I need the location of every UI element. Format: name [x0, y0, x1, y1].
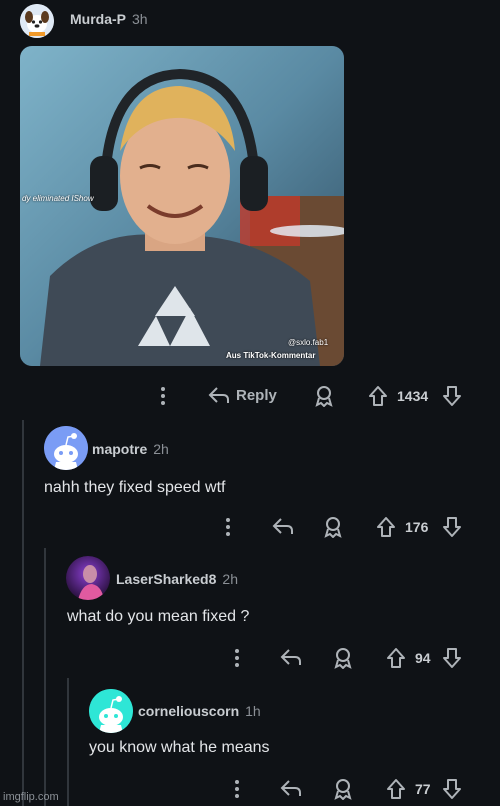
avatar[interactable] [44, 426, 88, 470]
comment-header: Murda-P 3h [70, 11, 148, 27]
thread-line[interactable] [67, 678, 69, 806]
comment-actions: Reply 1434 [150, 384, 470, 408]
reply-icon[interactable] [272, 516, 294, 536]
avatar[interactable] [20, 4, 54, 38]
more-options-icon[interactable] [160, 386, 166, 406]
image-overlay-text: dy eliminated IShow [22, 194, 94, 203]
downvote-icon[interactable] [442, 516, 462, 538]
downvote-icon[interactable] [442, 778, 462, 800]
vote-count: 1434 [397, 388, 429, 404]
more-options-icon[interactable] [234, 779, 240, 799]
award-icon[interactable] [333, 778, 353, 800]
reply-button[interactable]: Reply [208, 385, 277, 405]
image-overlay-handle: @sxlo.fab1 [288, 338, 329, 347]
more-options-icon[interactable] [225, 517, 231, 537]
award-icon[interactable] [333, 647, 353, 669]
profile-photo-avatar-icon [66, 556, 110, 600]
vote-count: 94 [415, 650, 431, 666]
default-snoo-avatar-icon [44, 426, 88, 470]
downvote-icon[interactable] [442, 647, 462, 669]
default-snoo-avatar-icon [89, 689, 133, 733]
thread-line[interactable] [44, 548, 46, 806]
comment-image[interactable]: dy eliminated IShow @sxlo.fab1 Aus TikTo… [20, 46, 344, 366]
username[interactable]: Murda-P [70, 11, 126, 27]
reply-icon[interactable] [280, 778, 302, 798]
award-icon[interactable] [314, 385, 334, 407]
reply-icon[interactable] [280, 647, 302, 667]
comment-body: what do you mean fixed ? [67, 608, 250, 625]
comment-actions: 77 [230, 777, 470, 801]
comment-body: nahh they fixed speed wtf [44, 479, 226, 496]
comment-header: corneliouscorn 1h [138, 703, 261, 719]
imgflip-watermark: imgflip.com [3, 791, 59, 803]
comment-age: 2h [153, 441, 169, 457]
avatar[interactable] [89, 689, 133, 733]
streamer-photo [20, 46, 344, 366]
comment-header: mapotre 2h [92, 441, 169, 457]
thread-line[interactable] [22, 420, 24, 806]
comment-actions: 94 [230, 646, 470, 670]
reply-label: Reply [236, 386, 277, 404]
username[interactable]: corneliouscorn [138, 703, 239, 719]
username[interactable]: LaserSharked8 [116, 571, 216, 587]
vote-count: 176 [405, 519, 429, 535]
comment-body: you know what he means [89, 739, 270, 756]
vote-count: 77 [415, 781, 431, 797]
upvote-icon[interactable] [386, 647, 406, 669]
avatar[interactable] [66, 556, 110, 600]
more-options-icon[interactable] [234, 648, 240, 668]
comment-age: 1h [245, 703, 261, 719]
username[interactable]: mapotre [92, 441, 147, 457]
comment-actions: 176 [220, 515, 470, 539]
comment-header: LaserSharked8 2h [116, 571, 238, 587]
award-icon[interactable] [323, 516, 343, 538]
downvote-icon[interactable] [442, 385, 462, 407]
upvote-icon[interactable] [376, 516, 396, 538]
upvote-icon[interactable] [386, 778, 406, 800]
image-overlay-tiktok: Aus TikTok-Kommentar [226, 351, 316, 360]
comment-age: 2h [222, 571, 238, 587]
upvote-icon[interactable] [368, 385, 388, 407]
reply-icon [208, 385, 230, 405]
dog-avatar-icon [20, 4, 54, 38]
comment-age: 3h [132, 11, 148, 27]
